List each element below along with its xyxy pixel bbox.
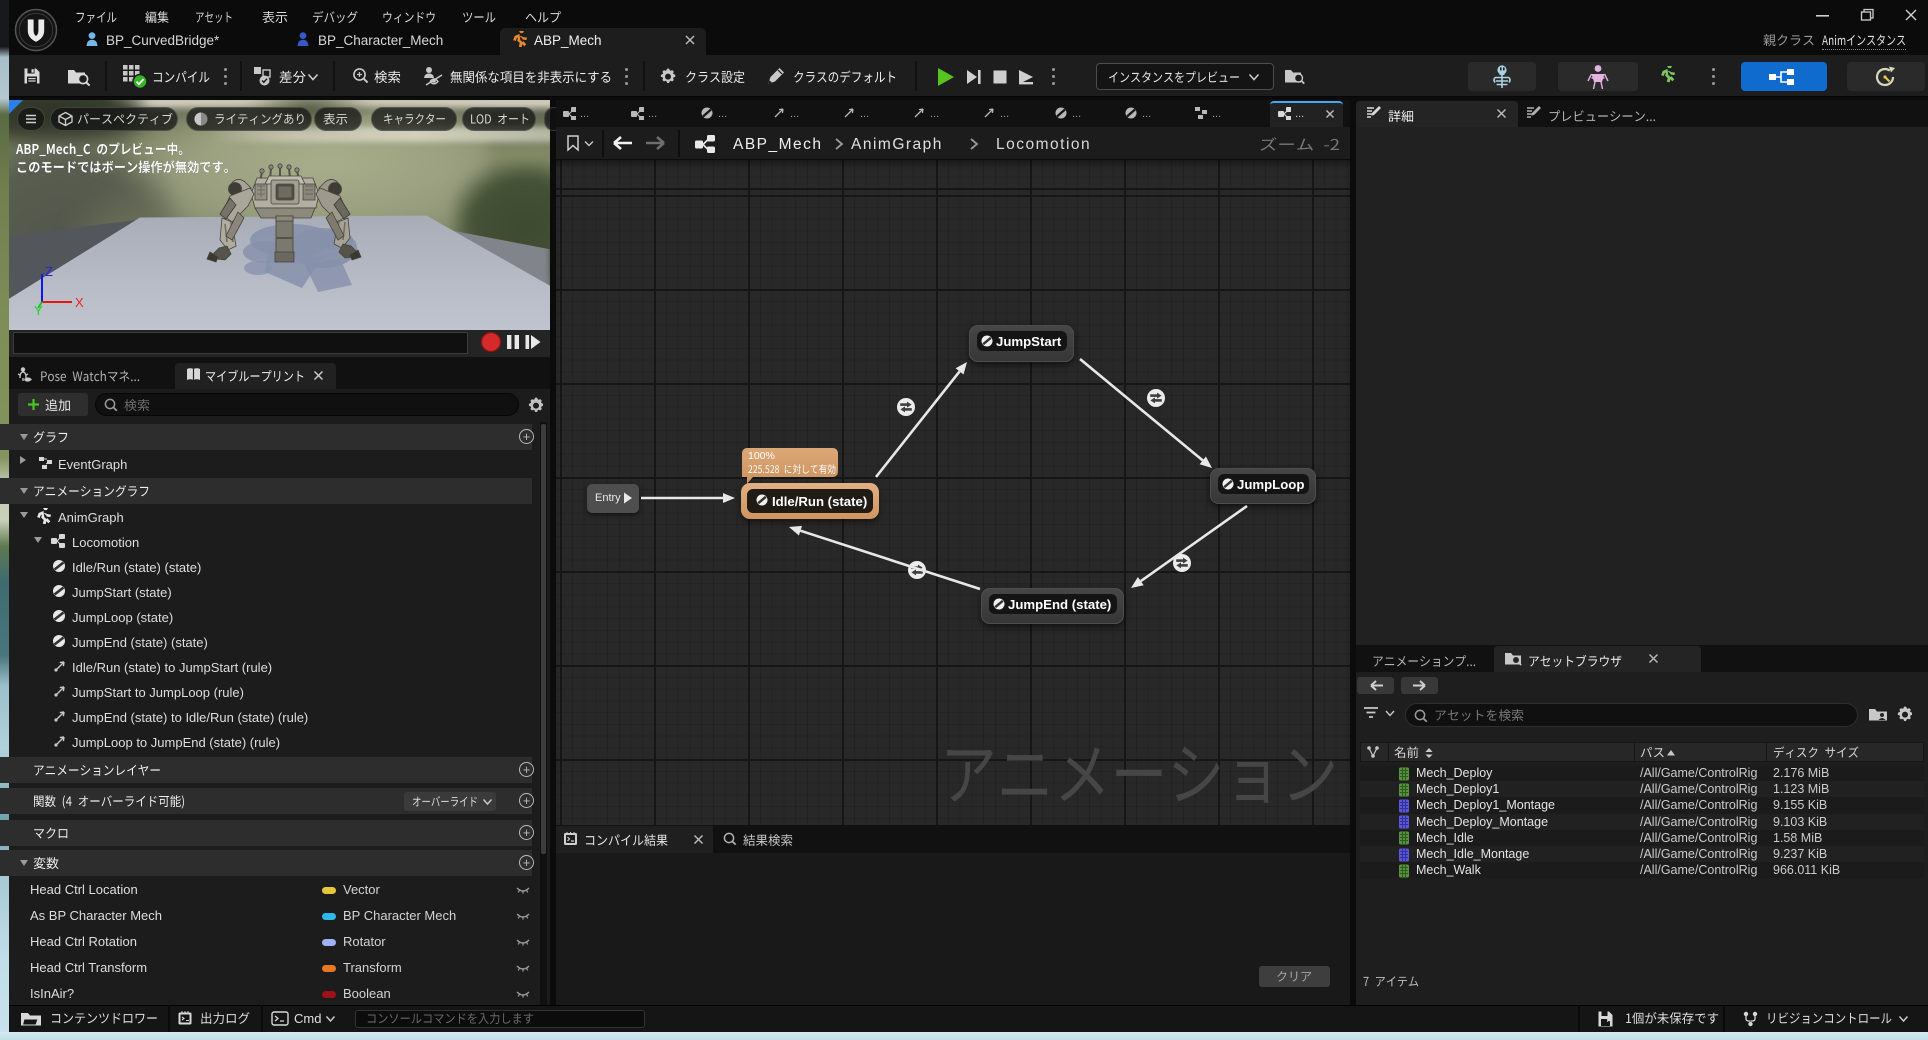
svg-text:X: X xyxy=(75,295,84,310)
svg-text:Y: Y xyxy=(34,303,43,317)
svg-text:Z: Z xyxy=(45,264,53,279)
